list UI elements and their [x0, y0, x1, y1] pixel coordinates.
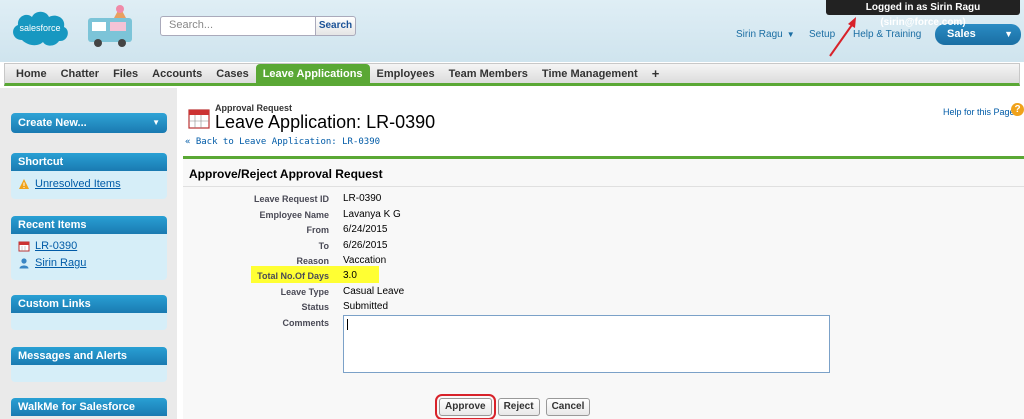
reject-button[interactable]: Reject: [497, 398, 540, 416]
tab-time-management[interactable]: Time Management: [535, 64, 645, 84]
field-value-leave-type: Casual Leave: [343, 286, 405, 297]
field-label-total-days: Total No.Of Days: [257, 271, 329, 281]
custom-links-header: Custom Links: [11, 295, 167, 313]
section-heading: Approve/Reject Approval Request: [189, 167, 383, 181]
tab-cases[interactable]: Cases: [209, 64, 255, 84]
add-tab-icon[interactable]: +: [645, 64, 667, 84]
tab-chatter[interactable]: Chatter: [54, 64, 107, 84]
help-page-link[interactable]: Help for this Page: [943, 107, 1015, 117]
person-icon: [19, 258, 29, 269]
walkme-header: WalkMe for Salesforce: [11, 398, 167, 416]
recent-items-panel: LR-0390 Sirin Ragu: [11, 234, 167, 280]
sidebar-item-label: Unresolved Items: [35, 178, 121, 190]
sidebar-item-sirin-ragu[interactable]: Sirin Ragu: [18, 257, 86, 269]
field-label-comments: Comments: [282, 318, 329, 328]
chevron-down-icon: ▼: [1004, 29, 1013, 39]
logo-text: salesforce: [19, 23, 60, 33]
field-value-employee-name: Lavanya K G: [343, 209, 401, 220]
comments-textarea[interactable]: [343, 315, 830, 373]
main-content: Approval Request Leave Application: LR-0…: [179, 88, 1024, 419]
field-label-leave-request-id: Leave Request ID: [253, 194, 329, 204]
user-menu[interactable]: Sirin Ragu ▼: [736, 29, 795, 40]
tab-accounts[interactable]: Accounts: [145, 64, 209, 84]
help-icon[interactable]: ?: [1011, 103, 1024, 116]
action-buttons: Approve Reject Cancel: [435, 394, 591, 419]
tab-bar: Home Chatter Files Accounts Cases Leave …: [4, 63, 1020, 86]
chevron-down-icon: ▼: [786, 30, 795, 39]
tab-employees[interactable]: Employees: [370, 64, 442, 84]
salesforce-logo[interactable]: salesforce: [8, 6, 72, 50]
recent-items-header: Recent Items: [11, 216, 167, 234]
field-value-reason: Vaccation: [343, 255, 387, 266]
calendar-icon: [188, 109, 210, 129]
back-link[interactable]: « Back to Leave Application: LR-0390: [185, 137, 380, 147]
tab-team-members[interactable]: Team Members: [442, 64, 535, 84]
field-value-to: 6/26/2015: [343, 240, 388, 251]
page-title: Leave Application: LR-0390: [215, 112, 436, 132]
text-cursor: [347, 319, 348, 330]
tab-leave-applications[interactable]: Leave Applications: [255, 63, 370, 85]
sidebar: Create New... ▼ Shortcut Unresolved Items…: [0, 88, 177, 419]
field-value-total-days: 3.0: [343, 270, 357, 281]
help-training-link[interactable]: Help & Training: [853, 29, 921, 40]
field-value-from: 6/24/2015: [343, 224, 388, 235]
field-value-leave-request-id: LR-0390: [343, 193, 382, 204]
field-label-status: Status: [301, 302, 329, 312]
annotation-arrow-icon: [829, 17, 856, 57]
messages-alerts-panel: [11, 365, 167, 382]
chevron-down-icon: ▼: [152, 118, 160, 127]
custom-links-panel: [11, 313, 167, 330]
sidebar-item-label: LR-0390: [35, 240, 78, 252]
tab-files[interactable]: Files: [106, 64, 145, 84]
field-label-to: To: [318, 241, 329, 251]
user-name: Sirin Ragu: [736, 29, 783, 40]
field-label-reason: Reason: [296, 256, 329, 266]
sidebar-item-label: Sirin Ragu: [35, 257, 87, 269]
cancel-button[interactable]: Cancel: [545, 398, 591, 416]
approve-button[interactable]: Approve: [435, 394, 496, 419]
warning-icon: [19, 179, 29, 189]
field-value-status: Submitted: [343, 301, 389, 312]
create-new-button[interactable]: Create New... ▼: [11, 113, 167, 133]
field-label-employee-name: Employee Name: [259, 210, 329, 220]
messages-alerts-header: Messages and Alerts: [11, 347, 167, 365]
calendar-icon: [18, 241, 30, 252]
sidebar-item-unresolved[interactable]: Unresolved Items: [18, 178, 121, 190]
shortcut-panel: Unresolved Items: [11, 171, 167, 199]
truck-icon: [88, 5, 132, 47]
shortcut-header: Shortcut: [11, 153, 167, 171]
sidebar-item-lr0390[interactable]: LR-0390: [18, 240, 77, 252]
tab-home[interactable]: Home: [9, 64, 54, 84]
create-new-label: Create New...: [18, 117, 87, 129]
divider: [183, 186, 1024, 187]
search-button[interactable]: Search: [316, 16, 356, 36]
approval-detail-panel: Approve/Reject Approval Request Leave Re…: [183, 156, 1024, 419]
search-input[interactable]: Search...: [160, 16, 316, 36]
field-label-leave-type: Leave Type: [280, 287, 329, 297]
field-label-from: From: [306, 225, 330, 235]
